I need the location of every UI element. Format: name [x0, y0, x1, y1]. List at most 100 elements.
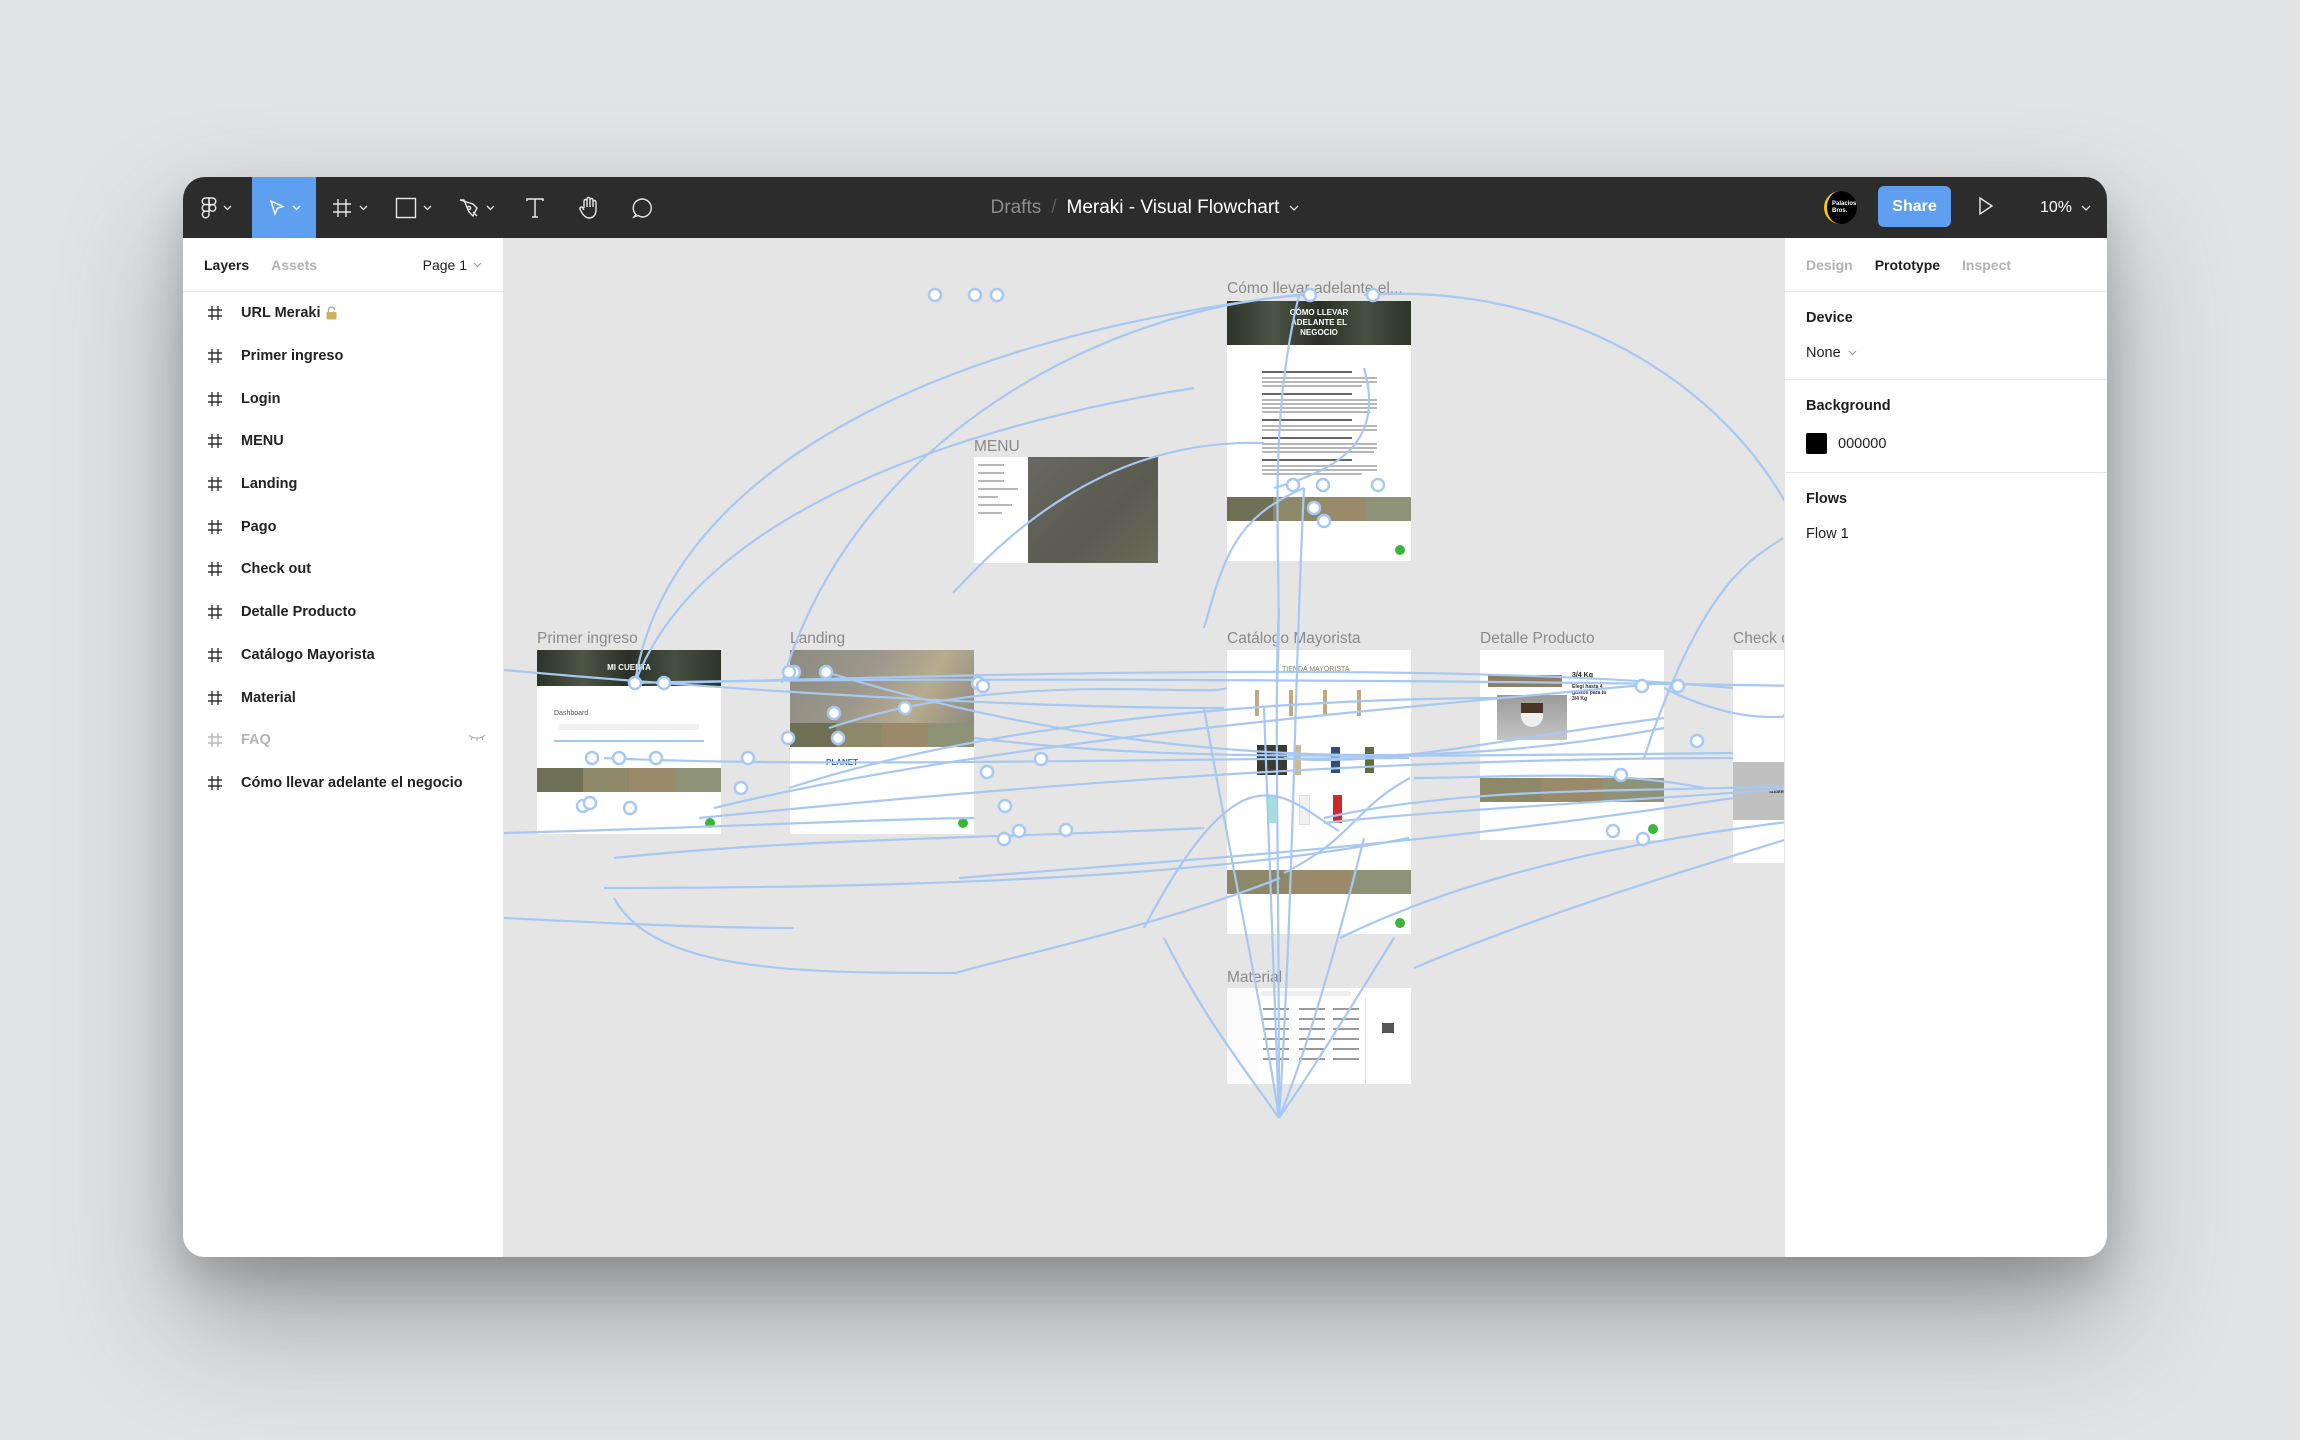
- connection-node[interactable]: [648, 750, 664, 766]
- flow-item[interactable]: Flow 1: [1806, 526, 2087, 542]
- connection-node[interactable]: [740, 750, 756, 766]
- canvas[interactable]: Cómo llevar adelante el... CÓMO LLEVAR A…: [504, 238, 1784, 1257]
- prototype-connector[interactable]: [780, 293, 1305, 684]
- connection-node[interactable]: [989, 287, 1005, 303]
- connection-node[interactable]: [1635, 831, 1651, 847]
- zoom-dropdown[interactable]: 10%: [2040, 177, 2091, 238]
- connection-node[interactable]: [656, 675, 672, 691]
- layer-item[interactable]: Primer ingreso: [183, 335, 503, 378]
- layer-item[interactable]: URL Meraki: [183, 292, 503, 335]
- prototype-connector[interactable]: [955, 876, 1281, 975]
- connection-node[interactable]: [781, 664, 797, 680]
- connection-node[interactable]: [830, 730, 846, 746]
- connection-node[interactable]: [967, 287, 983, 303]
- layer-item[interactable]: Cómo llevar adelante el negocio: [183, 762, 503, 805]
- layer-item[interactable]: Catálogo Mayorista: [183, 634, 503, 677]
- connection-node[interactable]: [1285, 477, 1301, 493]
- tab-assets[interactable]: Assets: [271, 257, 317, 273]
- connection-node[interactable]: [996, 831, 1012, 847]
- prototype-connector[interactable]: [952, 441, 1265, 594]
- connection-node[interactable]: [611, 750, 627, 766]
- connection-node[interactable]: [1011, 823, 1027, 839]
- prototype-connector[interactable]: [1413, 798, 1784, 970]
- connection-node[interactable]: [1306, 500, 1322, 516]
- prototype-connector[interactable]: [1323, 778, 1784, 820]
- connection-node[interactable]: [1613, 767, 1629, 783]
- connection-node[interactable]: [1315, 477, 1331, 493]
- connection-node[interactable]: [818, 664, 834, 680]
- connection-node[interactable]: [1634, 678, 1650, 694]
- connection-node[interactable]: [622, 800, 638, 816]
- connection-node[interactable]: [582, 795, 598, 811]
- prototype-connector[interactable]: [1277, 837, 1366, 1119]
- prototype-connector[interactable]: [613, 826, 1205, 860]
- layer-label: MENU: [241, 433, 284, 450]
- tab-layers[interactable]: Layers: [204, 257, 249, 273]
- present-button[interactable]: [1978, 195, 1994, 222]
- connection-node[interactable]: [997, 798, 1013, 814]
- connection-node[interactable]: [780, 730, 796, 746]
- chevron-down-icon[interactable]: [1289, 205, 1299, 211]
- connection-node[interactable]: [927, 287, 943, 303]
- prototype-connector[interactable]: [973, 736, 1734, 757]
- share-button[interactable]: Share: [1878, 186, 1951, 227]
- tab-design[interactable]: Design: [1806, 257, 1853, 273]
- layer-item-hidden[interactable]: FAQ: [183, 719, 503, 762]
- prototype-connector[interactable]: [698, 756, 1734, 820]
- prototype-connector[interactable]: [633, 678, 1784, 688]
- prototype-connector[interactable]: [633, 386, 1195, 684]
- connection-node[interactable]: [1689, 733, 1705, 749]
- prototype-connector[interactable]: [504, 816, 975, 835]
- connection-node[interactable]: [1365, 287, 1381, 303]
- layer-item[interactable]: Check out: [183, 548, 503, 591]
- prototype-connector[interactable]: [1273, 367, 1371, 490]
- prototype-connector[interactable]: [1339, 808, 1784, 939]
- device-select[interactable]: None: [1806, 345, 2087, 361]
- connection-node[interactable]: [1605, 823, 1621, 839]
- connection-node[interactable]: [627, 675, 643, 691]
- layer-item[interactable]: Material: [183, 676, 503, 719]
- avatar[interactable]: Palacios Bros.: [1824, 191, 1857, 224]
- prototype-connector[interactable]: [633, 291, 1315, 684]
- layer-item[interactable]: Detalle Producto: [183, 591, 503, 634]
- prototype-connector[interactable]: [1163, 937, 1280, 1119]
- connection-node[interactable]: [1316, 513, 1332, 529]
- background-color-swatch[interactable]: [1806, 433, 1827, 454]
- prototype-connector[interactable]: [958, 796, 1734, 880]
- layer-item[interactable]: MENU: [183, 420, 503, 463]
- connection-node[interactable]: [1058, 822, 1074, 838]
- prototype-connector[interactable]: [1277, 487, 1306, 1119]
- prototype-connector[interactable]: [613, 897, 957, 975]
- prototype-connector[interactable]: [1363, 292, 1784, 688]
- connection-node[interactable]: [897, 700, 913, 716]
- tab-inspect[interactable]: Inspect: [1962, 257, 2011, 273]
- layer-item[interactable]: Landing: [183, 463, 503, 506]
- connection-node[interactable]: [975, 678, 991, 694]
- connection-node[interactable]: [584, 750, 600, 766]
- tab-prototype[interactable]: Prototype: [1875, 257, 1940, 273]
- breadcrumb-drafts[interactable]: Drafts: [991, 197, 1042, 219]
- lock-icon[interactable]: [326, 306, 337, 320]
- page-selector[interactable]: Page 1: [423, 238, 482, 291]
- connection-node[interactable]: [1033, 751, 1049, 767]
- background-hex-input[interactable]: 000000: [1838, 436, 1886, 452]
- prototype-connector[interactable]: [504, 916, 795, 930]
- prototype-connector[interactable]: [788, 696, 1505, 790]
- prototype-connector[interactable]: [1413, 774, 1705, 790]
- connection-node[interactable]: [1302, 287, 1318, 303]
- prototype-connector[interactable]: [1202, 486, 1305, 629]
- layer-item[interactable]: Pago: [183, 505, 503, 548]
- connection-node[interactable]: [979, 764, 995, 780]
- prototype-connector[interactable]: [825, 670, 1665, 757]
- prototype-connector[interactable]: [1642, 537, 1784, 759]
- connection-node[interactable]: [826, 705, 842, 721]
- layer-item[interactable]: Login: [183, 377, 503, 420]
- eye-closed-icon[interactable]: [468, 734, 486, 742]
- prototype-connector[interactable]: [1278, 937, 1395, 1119]
- connection-node[interactable]: [733, 780, 749, 796]
- connection-node[interactable]: [1670, 678, 1686, 694]
- file-title[interactable]: Meraki - Visual Flowchart: [1067, 197, 1280, 219]
- prototype-connector[interactable]: [1202, 707, 1281, 1119]
- prototype-connector[interactable]: [1283, 777, 1411, 874]
- connection-node[interactable]: [1370, 477, 1386, 493]
